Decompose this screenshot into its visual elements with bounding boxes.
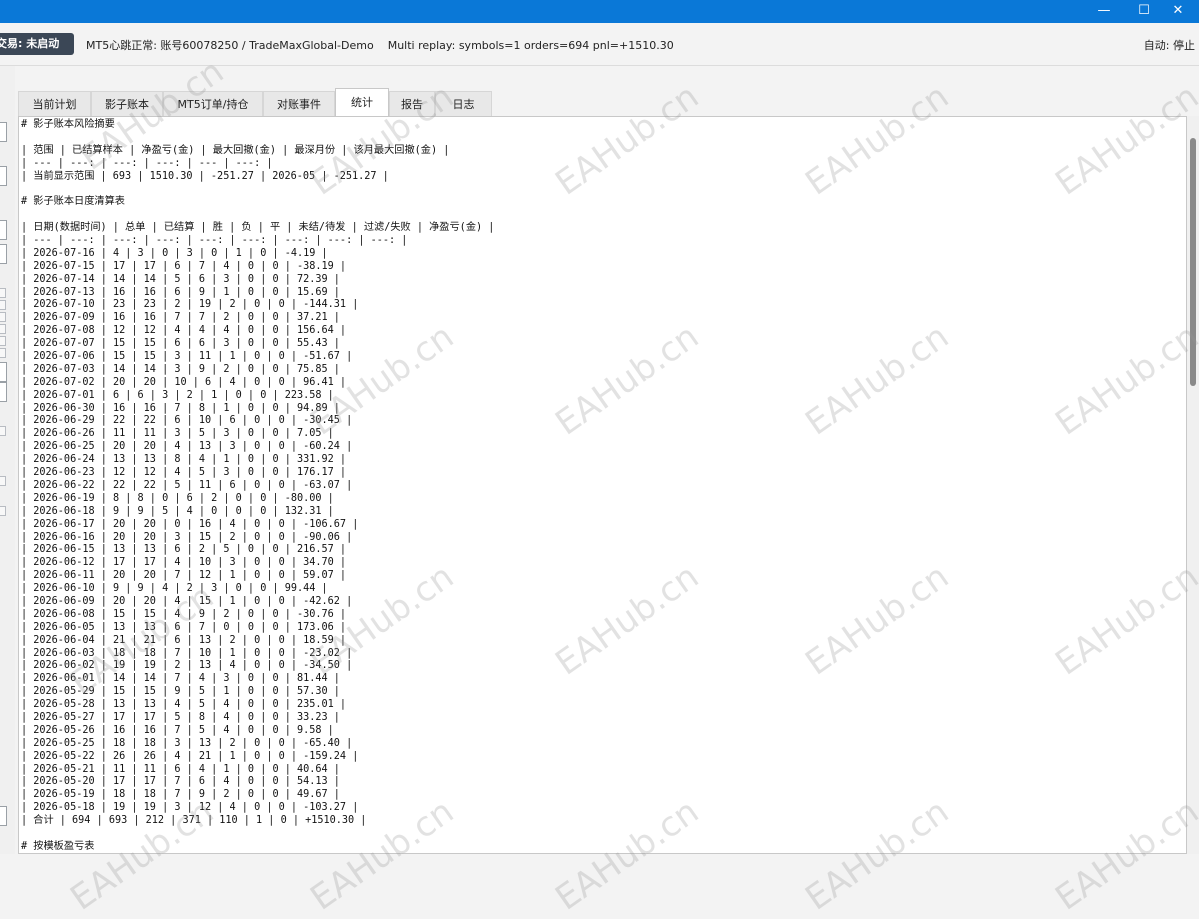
report-line: | 2026-06-01 | 14 | 14 | 7 | 4 | 3 | 0 |… xyxy=(21,673,340,685)
report-line: | 范围 | 已结算样本 | 净盈亏(金) | 最大回撤(金) | 最深月份 |… xyxy=(21,144,450,156)
side-input-3[interactable] xyxy=(0,806,7,826)
report-line: | 2026-07-15 | 17 | 17 | 6 | 7 | 4 | 0 |… xyxy=(21,260,347,272)
tab-shadow-ledger[interactable]: 影子账本 xyxy=(91,91,163,116)
side-control-1[interactable] xyxy=(0,288,6,298)
auto-status: 自动: 停止 xyxy=(1143,39,1195,52)
report-line: | --- | ---: | ---: | ---: | ---: | ---:… xyxy=(21,235,408,247)
report-line: | 2026-05-21 | 11 | 11 | 6 | 4 | 1 | 0 |… xyxy=(21,763,340,775)
report-line: | 2026-07-09 | 16 | 16 | 7 | 7 | 2 | 0 |… xyxy=(21,312,340,324)
scrollbar-thumb[interactable] xyxy=(1190,138,1196,386)
report-line: | 2026-06-05 | 13 | 13 | 6 | 7 | 0 | 0 |… xyxy=(21,621,347,633)
side-dropdown-3[interactable] xyxy=(0,362,7,382)
report-line: | 2026-06-17 | 20 | 20 | 0 | 16 | 4 | 0 … xyxy=(21,518,359,530)
tab-log[interactable]: 日志 xyxy=(435,91,492,116)
left-panel-edge xyxy=(0,66,15,854)
report-line: | 2026-05-28 | 13 | 13 | 4 | 5 | 4 | 0 |… xyxy=(21,699,347,711)
side-control-9[interactable] xyxy=(0,506,6,516)
report-heading: # 影子账本日度清算表 xyxy=(21,196,125,208)
report-line: | 2026-06-18 | 9 | 9 | 5 | 4 | 0 | 0 | 0… xyxy=(21,505,334,517)
side-control-6[interactable] xyxy=(0,348,6,358)
report-line: | 2026-07-14 | 14 | 14 | 5 | 6 | 3 | 0 |… xyxy=(21,273,340,285)
side-control-3[interactable] xyxy=(0,312,6,322)
side-dropdown-1[interactable] xyxy=(0,220,7,240)
side-control-4[interactable] xyxy=(0,324,6,334)
report-heading: # 按模板盈亏表 xyxy=(21,840,95,852)
report-line: | 2026-07-16 | 4 | 3 | 0 | 3 | 0 | 1 | 0… xyxy=(21,247,328,259)
report-line: | 2026-06-30 | 16 | 16 | 7 | 8 | 1 | 0 |… xyxy=(21,402,340,414)
replay-text: Multi replay: symbols=1 orders=694 pnl=+… xyxy=(387,39,674,52)
status-bar: 交易: 未启动 MT5心跳正常: 账号60078250 / TradeMaxGl… xyxy=(0,23,1199,66)
report-line xyxy=(21,828,494,841)
tab-statistics[interactable]: 统计 xyxy=(335,88,389,116)
report-line xyxy=(21,132,494,145)
report-line: | 2026-06-15 | 13 | 13 | 6 | 2 | 5 | 0 |… xyxy=(21,544,347,556)
report-line: | 2026-05-25 | 18 | 18 | 3 | 13 | 2 | 0 … xyxy=(21,737,353,749)
report-line: | 2026-06-04 | 21 | 21 | 6 | 13 | 2 | 0 … xyxy=(21,634,347,646)
report-line: | 2026-06-19 | 8 | 8 | 0 | 6 | 2 | 0 | 0… xyxy=(21,492,334,504)
close-button[interactable]: ✕ xyxy=(1155,0,1199,23)
window-titlebar: — ☐ ✕ xyxy=(0,0,1199,23)
side-control-8[interactable] xyxy=(0,476,6,486)
report-line: | 2026-07-08 | 12 | 12 | 4 | 4 | 4 | 0 |… xyxy=(21,325,347,337)
vertical-scrollbar[interactable] xyxy=(1187,116,1199,854)
side-input-2[interactable] xyxy=(0,166,7,186)
report-heading: # 影子账本风险摘要 xyxy=(21,119,115,130)
tab-current-plan[interactable]: 当前计划 xyxy=(18,91,91,116)
report-line: | 2026-07-07 | 15 | 15 | 6 | 6 | 3 | 0 |… xyxy=(21,338,340,350)
trade-state-badge: 交易: 未启动 xyxy=(0,33,74,55)
report-line xyxy=(21,183,494,196)
tab-mt5-orders[interactable]: MT5订单/持仓 xyxy=(163,91,263,116)
heartbeat-status: MT5心跳正常: 账号60078250 / TradeMaxGlobal-Dem… xyxy=(86,37,674,53)
heartbeat-text: MT5心跳正常: 账号60078250 / TradeMaxGlobal-Dem… xyxy=(86,39,374,52)
report-line: | 2026-07-03 | 14 | 14 | 3 | 9 | 2 | 0 |… xyxy=(21,363,340,375)
report-line: | 2026-06-23 | 12 | 12 | 4 | 5 | 3 | 0 |… xyxy=(21,467,347,479)
report-content: # 影子账本风险摘要 | 范围 | 已结算样本 | 净盈亏(金) | 最大回撤(金… xyxy=(21,119,495,853)
report-line: | 2026-06-08 | 15 | 15 | 4 | 9 | 2 | 0 |… xyxy=(21,608,347,620)
report-line: | 2026-05-26 | 16 | 16 | 7 | 5 | 4 | 0 |… xyxy=(21,724,334,736)
report-line: | 2026-07-01 | 6 | 6 | 3 | 2 | 1 | 0 | 0… xyxy=(21,389,334,401)
report-line: | 2026-06-11 | 20 | 20 | 7 | 12 | 1 | 0 … xyxy=(21,570,347,582)
side-control-5[interactable] xyxy=(0,336,6,346)
report-line: | 2026-05-22 | 26 | 26 | 4 | 21 | 1 | 0 … xyxy=(21,750,359,762)
report-line: | 2026-06-22 | 22 | 22 | 5 | 11 | 6 | 0 … xyxy=(21,479,353,491)
report-line: | 2026-07-06 | 15 | 15 | 3 | 11 | 1 | 0 … xyxy=(21,351,353,363)
side-dropdown-4[interactable] xyxy=(0,382,7,402)
report-line: | 2026-06-26 | 11 | 11 | 3 | 5 | 3 | 0 |… xyxy=(21,428,334,440)
report-line: | 2026-06-09 | 20 | 20 | 4 | 15 | 1 | 0 … xyxy=(21,595,353,607)
report-line: | 2026-05-20 | 17 | 17 | 7 | 6 | 4 | 0 |… xyxy=(21,776,340,788)
report-line: | 2026-07-13 | 16 | 16 | 6 | 9 | 1 | 0 |… xyxy=(21,286,340,298)
report-line: | 2026-05-18 | 19 | 19 | 3 | 12 | 4 | 0 … xyxy=(21,802,359,814)
report-line: | 2026-06-24 | 13 | 13 | 8 | 4 | 1 | 0 |… xyxy=(21,454,347,466)
report-line: | 2026-06-10 | 9 | 9 | 4 | 2 | 3 | 0 | 0… xyxy=(21,583,328,595)
side-control-7[interactable] xyxy=(0,426,6,436)
report-line: | 2026-06-29 | 22 | 22 | 6 | 10 | 6 | 0 … xyxy=(21,415,353,427)
side-control-2[interactable] xyxy=(0,300,6,310)
report-line: | 2026-06-02 | 19 | 19 | 2 | 13 | 4 | 0 … xyxy=(21,660,353,672)
report-line: | --- | ---: | ---: | ---: | --- | ---: … xyxy=(21,157,273,169)
report-line: | 日期(数据时间) | 总单 | 已结算 | 胜 | 负 | 平 | 未结/待… xyxy=(21,222,495,234)
report-line: | 2026-07-10 | 23 | 23 | 2 | 19 | 2 | 0 … xyxy=(21,299,359,311)
report-line: | 2026-06-12 | 17 | 17 | 4 | 10 | 3 | 0 … xyxy=(21,557,347,569)
report-line: | 2026-05-19 | 18 | 18 | 7 | 9 | 2 | 0 |… xyxy=(21,789,340,801)
report-line: | 2026-06-16 | 20 | 20 | 3 | 15 | 2 | 0 … xyxy=(21,531,353,543)
report-line: | 2026-06-25 | 20 | 20 | 4 | 13 | 3 | 0 … xyxy=(21,441,353,453)
tab-bar: 当前计划 影子账本 MT5订单/持仓 对账事件 统计 报告 日志 xyxy=(18,88,1018,116)
report-line: | 2026-07-02 | 20 | 20 | 10 | 6 | 4 | 0 … xyxy=(21,376,347,388)
report-line: | 2026-05-27 | 17 | 17 | 5 | 8 | 4 | 0 |… xyxy=(21,711,340,723)
tab-reconcile-events[interactable]: 对账事件 xyxy=(263,91,335,116)
side-dropdown-2[interactable] xyxy=(0,244,7,264)
report-line: | 当前显示范围 | 693 | 1510.30 | -251.27 | 202… xyxy=(21,170,389,182)
report-line xyxy=(21,209,494,222)
side-input-1[interactable] xyxy=(0,122,7,142)
report-line: | 2026-06-03 | 18 | 18 | 7 | 10 | 1 | 0 … xyxy=(21,647,353,659)
trade-state-label: 交易: 未启动 xyxy=(0,37,60,50)
tab-report[interactable]: 报告 xyxy=(389,91,435,116)
report-text-area[interactable]: # 影子账本风险摘要 | 范围 | 已结算样本 | 净盈亏(金) | 最大回撤(金… xyxy=(18,116,1187,854)
report-line: | 合计 | 694 | 693 | 212 | 371 | 110 | 1 |… xyxy=(21,815,367,827)
report-line: | 2026-05-29 | 15 | 15 | 9 | 5 | 1 | 0 |… xyxy=(21,686,340,698)
